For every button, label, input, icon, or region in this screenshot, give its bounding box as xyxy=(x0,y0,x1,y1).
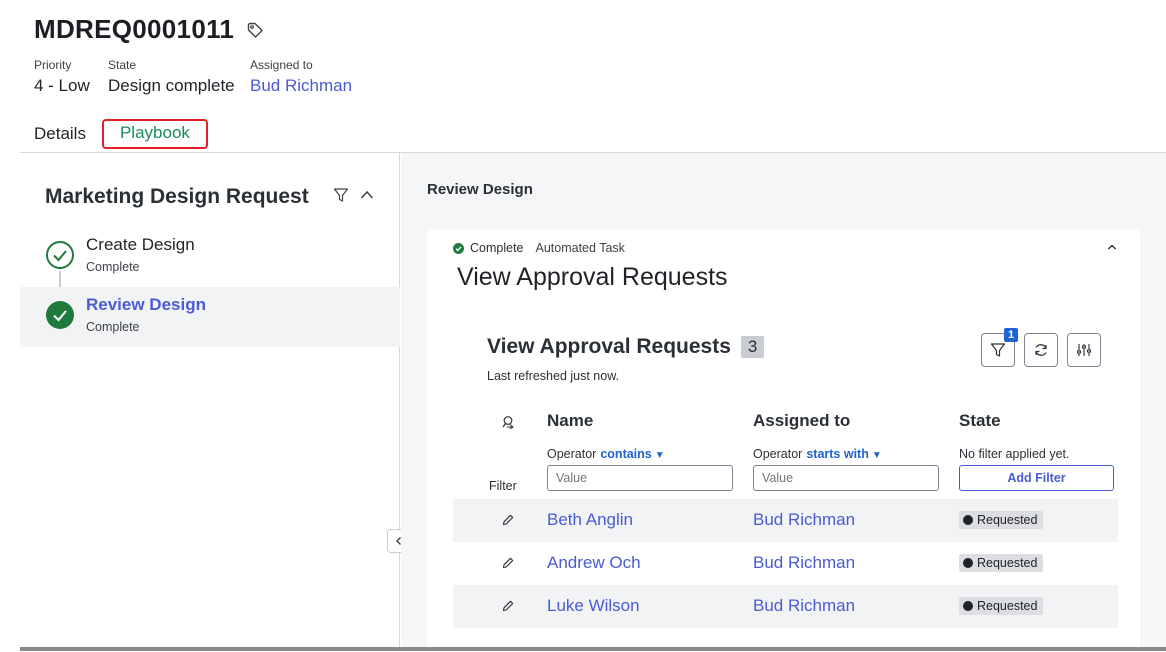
assigned-operator: Operator starts with ▼ xyxy=(753,447,882,461)
state-filter-empty-text: No filter applied yet. xyxy=(959,447,1070,461)
status-badge: Requested xyxy=(959,597,1044,615)
status-text: Requested xyxy=(977,599,1038,613)
operator-label: Operator xyxy=(753,447,803,461)
status-dot xyxy=(963,558,973,568)
priority-value: 4 - Low xyxy=(34,76,90,95)
window-bottom-edge xyxy=(20,647,1166,651)
record-header: MDREQ0001011 xyxy=(34,14,264,45)
name-operator-select[interactable]: contains xyxy=(600,447,651,461)
row-assigned-link[interactable]: Bud Richman xyxy=(753,596,855,616)
playbook-step-create-design[interactable]: Create Design Complete xyxy=(20,227,400,287)
assigned-filter-input[interactable] xyxy=(753,465,939,491)
record-tabs: Details Playbook xyxy=(34,118,208,150)
playbook-step-review-design[interactable]: Review Design Complete xyxy=(20,287,400,347)
list-title: View Approval Requests xyxy=(487,335,731,358)
operator-label: Operator xyxy=(547,447,597,461)
table-row: Beth Anglin Bud Richman Requested xyxy=(453,499,1118,542)
activity-panel: Review Design Complete Automated Task Vi… xyxy=(401,153,1166,652)
pencil-icon[interactable] xyxy=(501,599,515,613)
priority-field: Priority 4 - Low xyxy=(34,58,90,96)
card-type: Automated Task xyxy=(535,241,625,255)
add-filter-button[interactable]: Add Filter xyxy=(959,465,1114,491)
status-dot xyxy=(963,601,973,611)
table-header: Name Assigned to State xyxy=(453,401,1118,441)
column-header-name[interactable]: Name xyxy=(547,411,593,431)
playbook-title: Marketing Design Request xyxy=(45,185,309,208)
filter-row: Filter Operatorcontains▼ Operatorstarts … xyxy=(453,441,1118,499)
filter-count-badge: 1 xyxy=(1004,328,1018,342)
check-circle-filled-icon xyxy=(46,301,74,329)
filter-button[interactable]: 1 xyxy=(981,328,1018,367)
status-dot xyxy=(963,515,973,525)
section-title: Review Design xyxy=(427,181,533,198)
filter-icon[interactable] xyxy=(333,187,349,203)
tab-details[interactable]: Details xyxy=(34,118,86,150)
state-value: Design complete xyxy=(108,76,235,95)
status-text: Requested xyxy=(977,556,1038,570)
activity-card: Complete Automated Task View Approval Re… xyxy=(427,229,1140,652)
filter-icon xyxy=(990,343,1006,357)
state-field: State Design complete xyxy=(108,58,235,96)
row-assigned-link[interactable]: Bud Richman xyxy=(753,553,855,573)
column-header-state[interactable]: State xyxy=(959,411,1001,431)
step-status: Complete xyxy=(86,260,140,274)
step-name: Review Design xyxy=(86,295,206,314)
status-badge: Requested xyxy=(959,554,1044,572)
assigned-operator-select[interactable]: starts with xyxy=(806,447,869,461)
row-name-link[interactable]: Andrew Och xyxy=(547,553,641,573)
card-title: View Approval Requests xyxy=(457,263,728,291)
state-label: State xyxy=(108,58,137,72)
row-name-link[interactable]: Luke Wilson xyxy=(547,596,640,616)
list-settings-button[interactable] xyxy=(1067,333,1101,367)
column-header-assigned-to[interactable]: Assigned to xyxy=(753,411,850,431)
step-status: Complete xyxy=(86,320,140,334)
filter-row-label: Filter xyxy=(489,479,517,493)
row-name-link[interactable]: Beth Anglin xyxy=(547,510,633,530)
record-count-badge: 3 xyxy=(740,336,765,358)
refresh-icon xyxy=(1035,344,1047,356)
tag-icon[interactable] xyxy=(246,21,264,39)
table-row: Andrew Och Bud Richman Requested xyxy=(453,542,1118,585)
caret-down-icon[interactable]: ▼ xyxy=(655,450,665,461)
chevron-up-icon[interactable] xyxy=(359,187,375,203)
assigned-field: Assigned to Bud Richman xyxy=(250,58,352,96)
priority-label: Priority xyxy=(34,58,72,72)
last-refreshed: Last refreshed just now. xyxy=(487,369,620,383)
table-row: Luke Wilson Bud Richman Requested xyxy=(453,585,1118,628)
assigned-link[interactable]: Bud Richman xyxy=(250,76,352,96)
complete-icon xyxy=(453,242,464,254)
list-header: View Approval Requests 3 xyxy=(487,335,765,359)
record-page: MDREQ0001011 Priority 4 - Low State Desi… xyxy=(20,0,1166,652)
tab-playbook[interactable]: Playbook xyxy=(101,119,208,149)
assigned-label: Assigned to xyxy=(250,58,313,72)
caret-down-icon[interactable]: ▼ xyxy=(872,450,882,461)
playbook-panel: Marketing Design Request Create Design C… xyxy=(20,153,411,647)
refresh-button[interactable] xyxy=(1024,333,1058,367)
status-text: Requested xyxy=(977,513,1038,527)
card-status: Complete Automated Task xyxy=(453,241,625,255)
approval-requests-table: Name Assigned to State Filter Operator co… xyxy=(453,401,1118,628)
status-badge: Requested xyxy=(959,511,1044,529)
name-filter-input[interactable] xyxy=(547,465,733,491)
chevron-up-icon[interactable] xyxy=(1106,241,1118,253)
check-circle-outline-icon xyxy=(46,241,74,269)
row-assigned-link[interactable]: Bud Richman xyxy=(753,510,855,530)
column-search-icon[interactable] xyxy=(501,415,515,429)
pencil-icon[interactable] xyxy=(501,556,515,570)
name-operator: Operator contains ▼ xyxy=(547,447,665,461)
pencil-icon[interactable] xyxy=(501,513,515,527)
sliders-icon xyxy=(1077,344,1091,356)
record-number: MDREQ0001011 xyxy=(34,14,235,44)
step-name: Create Design xyxy=(86,235,195,254)
card-status-text: Complete xyxy=(470,241,524,255)
